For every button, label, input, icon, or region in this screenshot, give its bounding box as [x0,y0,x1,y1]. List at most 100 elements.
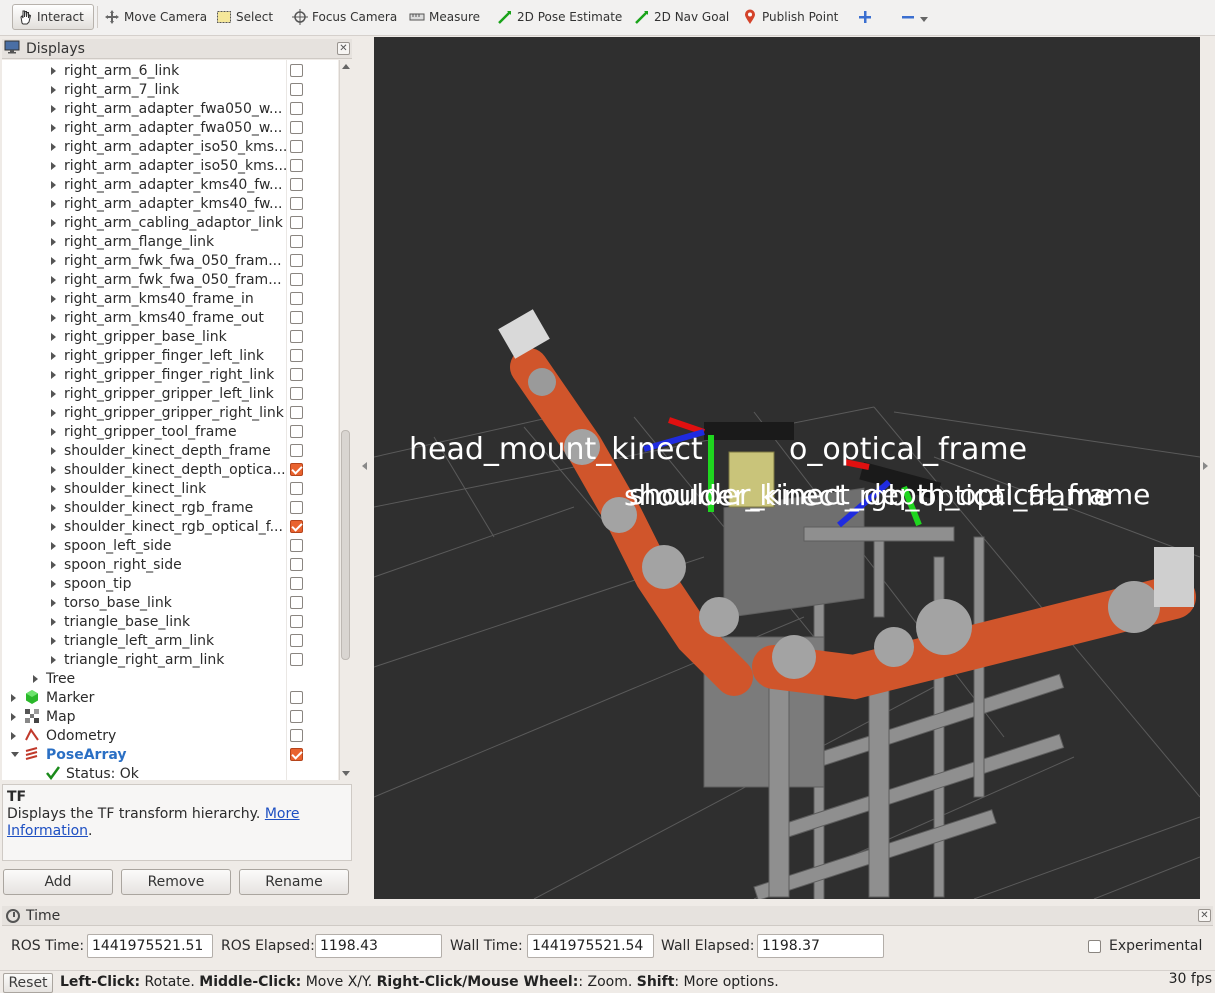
odometry-display-row[interactable]: Odometry [2,726,338,745]
expand-arrow-icon[interactable] [51,181,56,189]
tf-frame-checkbox[interactable] [290,653,303,666]
tf-frame-row[interactable]: right_gripper_tool_frame [2,422,338,441]
wall-time-field[interactable]: 1441975521.54 [527,934,654,958]
tf-frame-row[interactable]: right_arm_kms40_frame_in [2,289,338,308]
tf-frame-checkbox[interactable] [290,273,303,286]
tf-frame-checkbox[interactable] [290,311,303,324]
expand-arrow-icon[interactable] [51,314,56,322]
tf-frame-checkbox[interactable] [290,64,303,77]
tf-frame-row[interactable]: right_arm_kms40_frame_out [2,308,338,327]
expand-arrow-icon[interactable] [51,523,56,531]
tf-frame-checkbox[interactable] [290,482,303,495]
tf-frame-row[interactable]: right_gripper_gripper_left_link [2,384,338,403]
tf-frame-checkbox[interactable] [290,159,303,172]
tf-frame-checkbox[interactable] [290,83,303,96]
more-information-link-2[interactable]: Information [7,823,88,839]
expand-arrow-icon[interactable] [51,143,56,151]
tf-frame-checkbox[interactable] [290,577,303,590]
tf-frame-checkbox[interactable] [290,634,303,647]
expand-arrow-icon[interactable] [51,409,56,417]
expand-arrow-icon[interactable] [51,86,56,94]
remove-button[interactable]: Remove [121,869,231,895]
publish-point-tool[interactable]: Publish Point [738,4,842,30]
nav-goal-tool[interactable]: 2D Nav Goal [630,4,733,30]
expand-arrow-icon[interactable] [51,485,56,493]
expand-arrow-icon[interactable] [51,295,56,303]
tf-frame-checkbox[interactable] [290,140,303,153]
tf-frame-row[interactable]: right_arm_adapter_iso50_kms... [2,156,338,175]
add-button[interactable]: Add [3,869,113,895]
tf-frame-row[interactable]: right_arm_fwk_fwa_050_fram... [2,270,338,289]
expand-arrow-icon[interactable] [51,428,56,436]
tree-row[interactable]: Tree [2,669,338,688]
move-camera-tool[interactable]: Move Camera [100,4,211,30]
tf-frame-row[interactable]: right_arm_adapter_iso50_kms... [2,137,338,156]
remove-tool-button[interactable] [896,4,932,30]
wall-elapsed-field[interactable]: 1198.37 [757,934,884,958]
tf-frame-checkbox[interactable] [290,235,303,248]
tf-frame-row[interactable]: right_arm_flange_link [2,232,338,251]
posearray-display-row[interactable]: PoseArray [2,745,338,764]
tf-frame-row[interactable]: triangle_right_arm_link [2,650,338,669]
scroll-up-icon[interactable] [342,64,350,69]
time-close-icon[interactable]: ✕ [1198,909,1211,922]
tf-frame-row[interactable]: right_arm_6_link [2,61,338,80]
tf-frame-checkbox[interactable] [290,387,303,400]
posearray-display-checkbox[interactable] [290,748,303,761]
marker-display-row[interactable]: Marker [2,688,338,707]
pose-estimate-tool[interactable]: 2D Pose Estimate [493,4,626,30]
tf-frame-checkbox[interactable] [290,349,303,362]
rename-button[interactable]: Rename [239,869,349,895]
interact-tool[interactable]: Interact [12,4,94,30]
scroll-thumb[interactable] [341,430,350,660]
expand-arrow-icon[interactable] [51,124,56,132]
tf-frame-checkbox[interactable] [290,463,303,476]
tf-frame-checkbox[interactable] [290,292,303,305]
expand-arrow-icon[interactable] [51,200,56,208]
expand-arrow-icon[interactable] [51,542,56,550]
tf-frame-checkbox[interactable] [290,330,303,343]
tf-frame-row[interactable]: spoon_right_side [2,555,338,574]
tf-frame-checkbox[interactable] [290,216,303,229]
map-display-row[interactable]: Map [2,707,338,726]
expand-arrow-icon[interactable] [51,105,56,113]
status-ok-row[interactable]: Status: Ok [2,764,338,780]
expand-arrow-icon[interactable] [51,637,56,645]
expand-arrow-icon[interactable] [33,675,38,683]
collapse-arrow-icon[interactable] [11,752,19,757]
ros-time-field[interactable]: 1441975521.51 [87,934,213,958]
expand-arrow-icon[interactable] [51,561,56,569]
tf-frame-checkbox[interactable] [290,121,303,134]
expand-arrow-icon[interactable] [51,599,56,607]
expand-arrow-icon[interactable] [51,447,56,455]
expand-arrow-icon[interactable] [51,67,56,75]
tf-frame-row[interactable]: shoulder_kinect_link [2,479,338,498]
expand-arrow-icon[interactable] [51,219,56,227]
expand-arrow-icon[interactable] [11,713,16,721]
expand-arrow-icon[interactable] [51,371,56,379]
expand-arrow-icon[interactable] [51,162,56,170]
tf-frame-row[interactable]: right_gripper_finger_left_link [2,346,338,365]
expand-arrow-icon[interactable] [51,390,56,398]
expand-arrow-icon[interactable] [51,352,56,360]
experimental-checkbox[interactable] [1088,940,1101,953]
tf-frame-row[interactable]: right_arm_cabling_adaptor_link [2,213,338,232]
splitter-handle-right-icon[interactable] [1203,462,1208,470]
expand-arrow-icon[interactable] [51,656,56,664]
more-information-link[interactable]: More [265,806,300,822]
tf-frame-checkbox[interactable] [290,425,303,438]
marker-display-checkbox[interactable] [290,691,303,704]
tf-frame-row[interactable]: right_arm_7_link [2,80,338,99]
focus-camera-tool[interactable]: Focus Camera [288,4,401,30]
tf-frame-checkbox[interactable] [290,539,303,552]
tf-frame-row[interactable]: shoulder_kinect_rgb_frame [2,498,338,517]
tf-frame-checkbox[interactable] [290,501,303,514]
tf-frame-checkbox[interactable] [290,615,303,628]
tf-frame-row[interactable]: right_arm_adapter_kms40_fw... [2,175,338,194]
tf-frame-row[interactable]: right_arm_fwk_fwa_050_fram... [2,251,338,270]
tf-frame-checkbox[interactable] [290,520,303,533]
expand-arrow-icon[interactable] [11,694,16,702]
tf-frame-row[interactable]: spoon_tip [2,574,338,593]
tf-frame-checkbox[interactable] [290,406,303,419]
tf-frame-row[interactable]: shoulder_kinect_depth_frame [2,441,338,460]
